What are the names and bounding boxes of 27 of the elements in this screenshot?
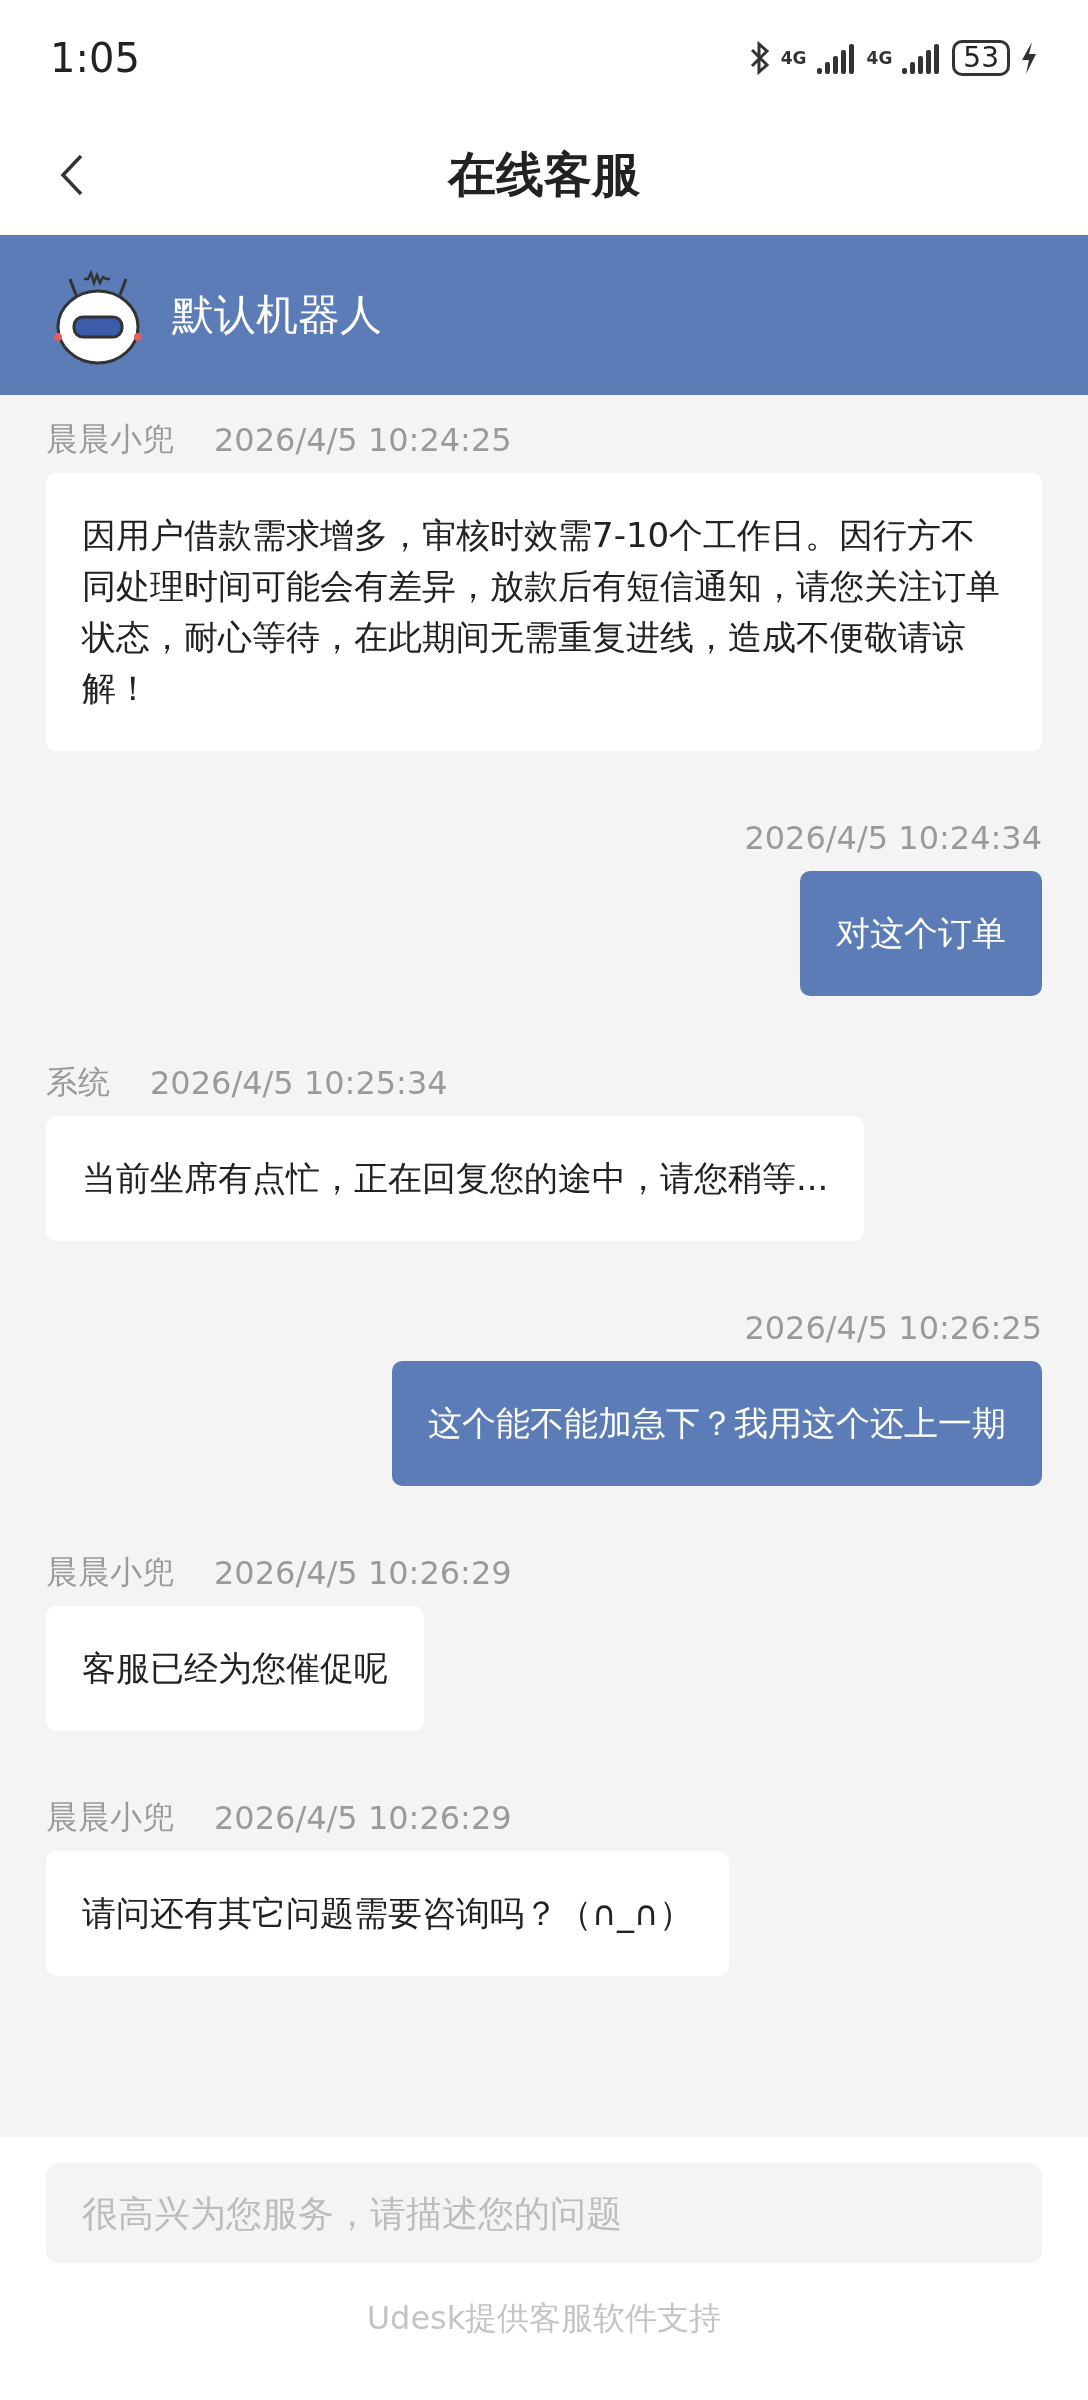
message-bubble: 客服已经为您催促呢 [46, 1606, 424, 1731]
network-type: 4G [866, 47, 893, 68]
sender-name: 晨晨小兜 [46, 1552, 174, 1593]
message-input[interactable]: 很高兴为您服务，请描述您的问题 [46, 2163, 1042, 2263]
message-bubble: 这个能不能加急下？我用这个还上一期 [392, 1361, 1042, 1486]
message-time: 2026/4/5 10:26:29 [214, 1799, 512, 1837]
network-type: 4G [780, 47, 807, 68]
powered-by-text: Udesk提供客服软件支持 [366, 2298, 722, 2339]
sender-name: 晨晨小兜 [46, 1797, 174, 1838]
message-bubble: 因用户借款需求增多，审核时效需7-10个工作日。因行方不同处理时间可能会有差异，放款后有短信通知，请您关注订单状态，耐心等待，在此期间无需重复进线，造成不便敬请谅解！ [46, 473, 1042, 751]
charging-icon [1020, 40, 1038, 75]
signal-icon [816, 41, 857, 74]
bluetooth-icon [748, 40, 771, 75]
message-time: 2026/4/5 10:24:25 [214, 421, 512, 459]
page-title: 在线客服 [448, 145, 640, 204]
sender-name: 晨晨小兜 [46, 419, 174, 460]
message-bubble: 当前坐席有点忙，正在回复您的途中，请您稍等... [46, 1116, 865, 1241]
agent-name: 默认机器人 [172, 289, 382, 341]
sender-name: 系统 [46, 1062, 110, 1103]
message-time: 2026/4/5 10:26:29 [214, 1554, 512, 1592]
message-time: 2026/4/5 10:24:34 [744, 819, 1042, 857]
clock: 1:05 [50, 34, 140, 81]
battery-level: 53 [952, 39, 1010, 76]
message-bubble: 对这个订单 [800, 871, 1042, 996]
message-time: 2026/4/5 10:26:25 [744, 1309, 1042, 1347]
message-time: 2026/4/5 10:25:34 [150, 1064, 448, 1102]
message-bubble: 请问还有其它问题需要咨询吗？（∩_∩） [46, 1851, 729, 1976]
